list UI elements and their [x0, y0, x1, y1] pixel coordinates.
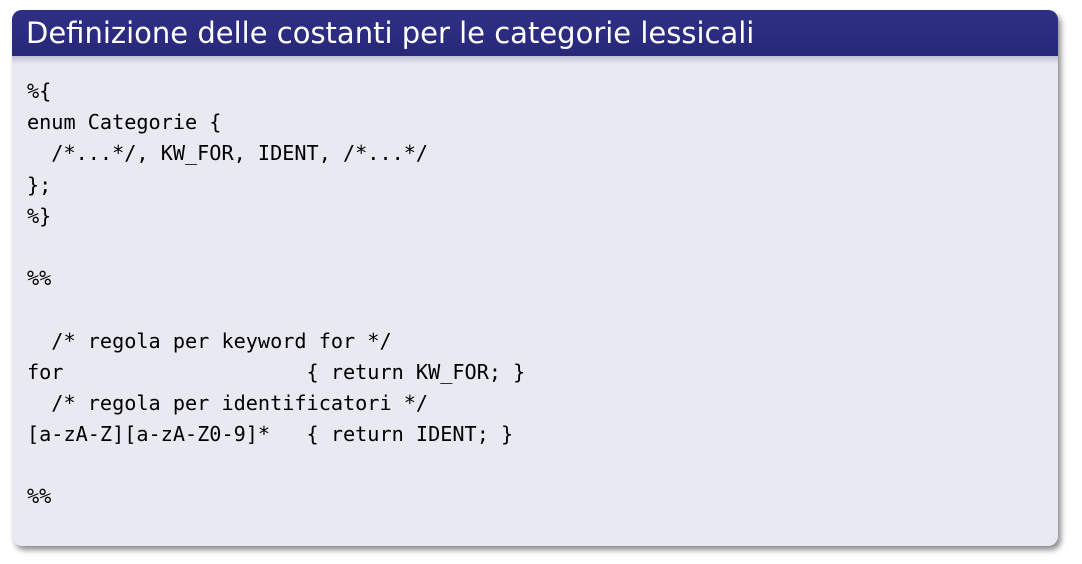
code-listing: %{ enum Categorie { /*...*/, KW_FOR, IDEN… — [12, 64, 1058, 513]
code-line: }; — [27, 172, 52, 197]
code-line: %} — [27, 203, 52, 228]
code-line: [a-zA-Z][a-zA-Z0-9]* { return IDENT; } — [27, 422, 514, 447]
definition-block: Definizione delle costanti per le catego… — [12, 10, 1058, 546]
code-line: %% — [27, 266, 52, 291]
code-line: /* regola per identificatori */ — [27, 390, 429, 415]
code-line: enum Categorie { — [27, 110, 222, 135]
code-line: /* regola per keyword for */ — [27, 328, 392, 353]
block-title: Definizione delle costanti per le catego… — [12, 10, 1058, 56]
code-line: for { return KW_FOR; } — [27, 359, 526, 384]
code-line: %% — [27, 484, 52, 509]
code-line: %{ — [27, 79, 52, 103]
code-line: /*...*/, KW_FOR, IDENT, /*...*/ — [27, 141, 429, 166]
title-shadow-divider — [12, 56, 1058, 64]
